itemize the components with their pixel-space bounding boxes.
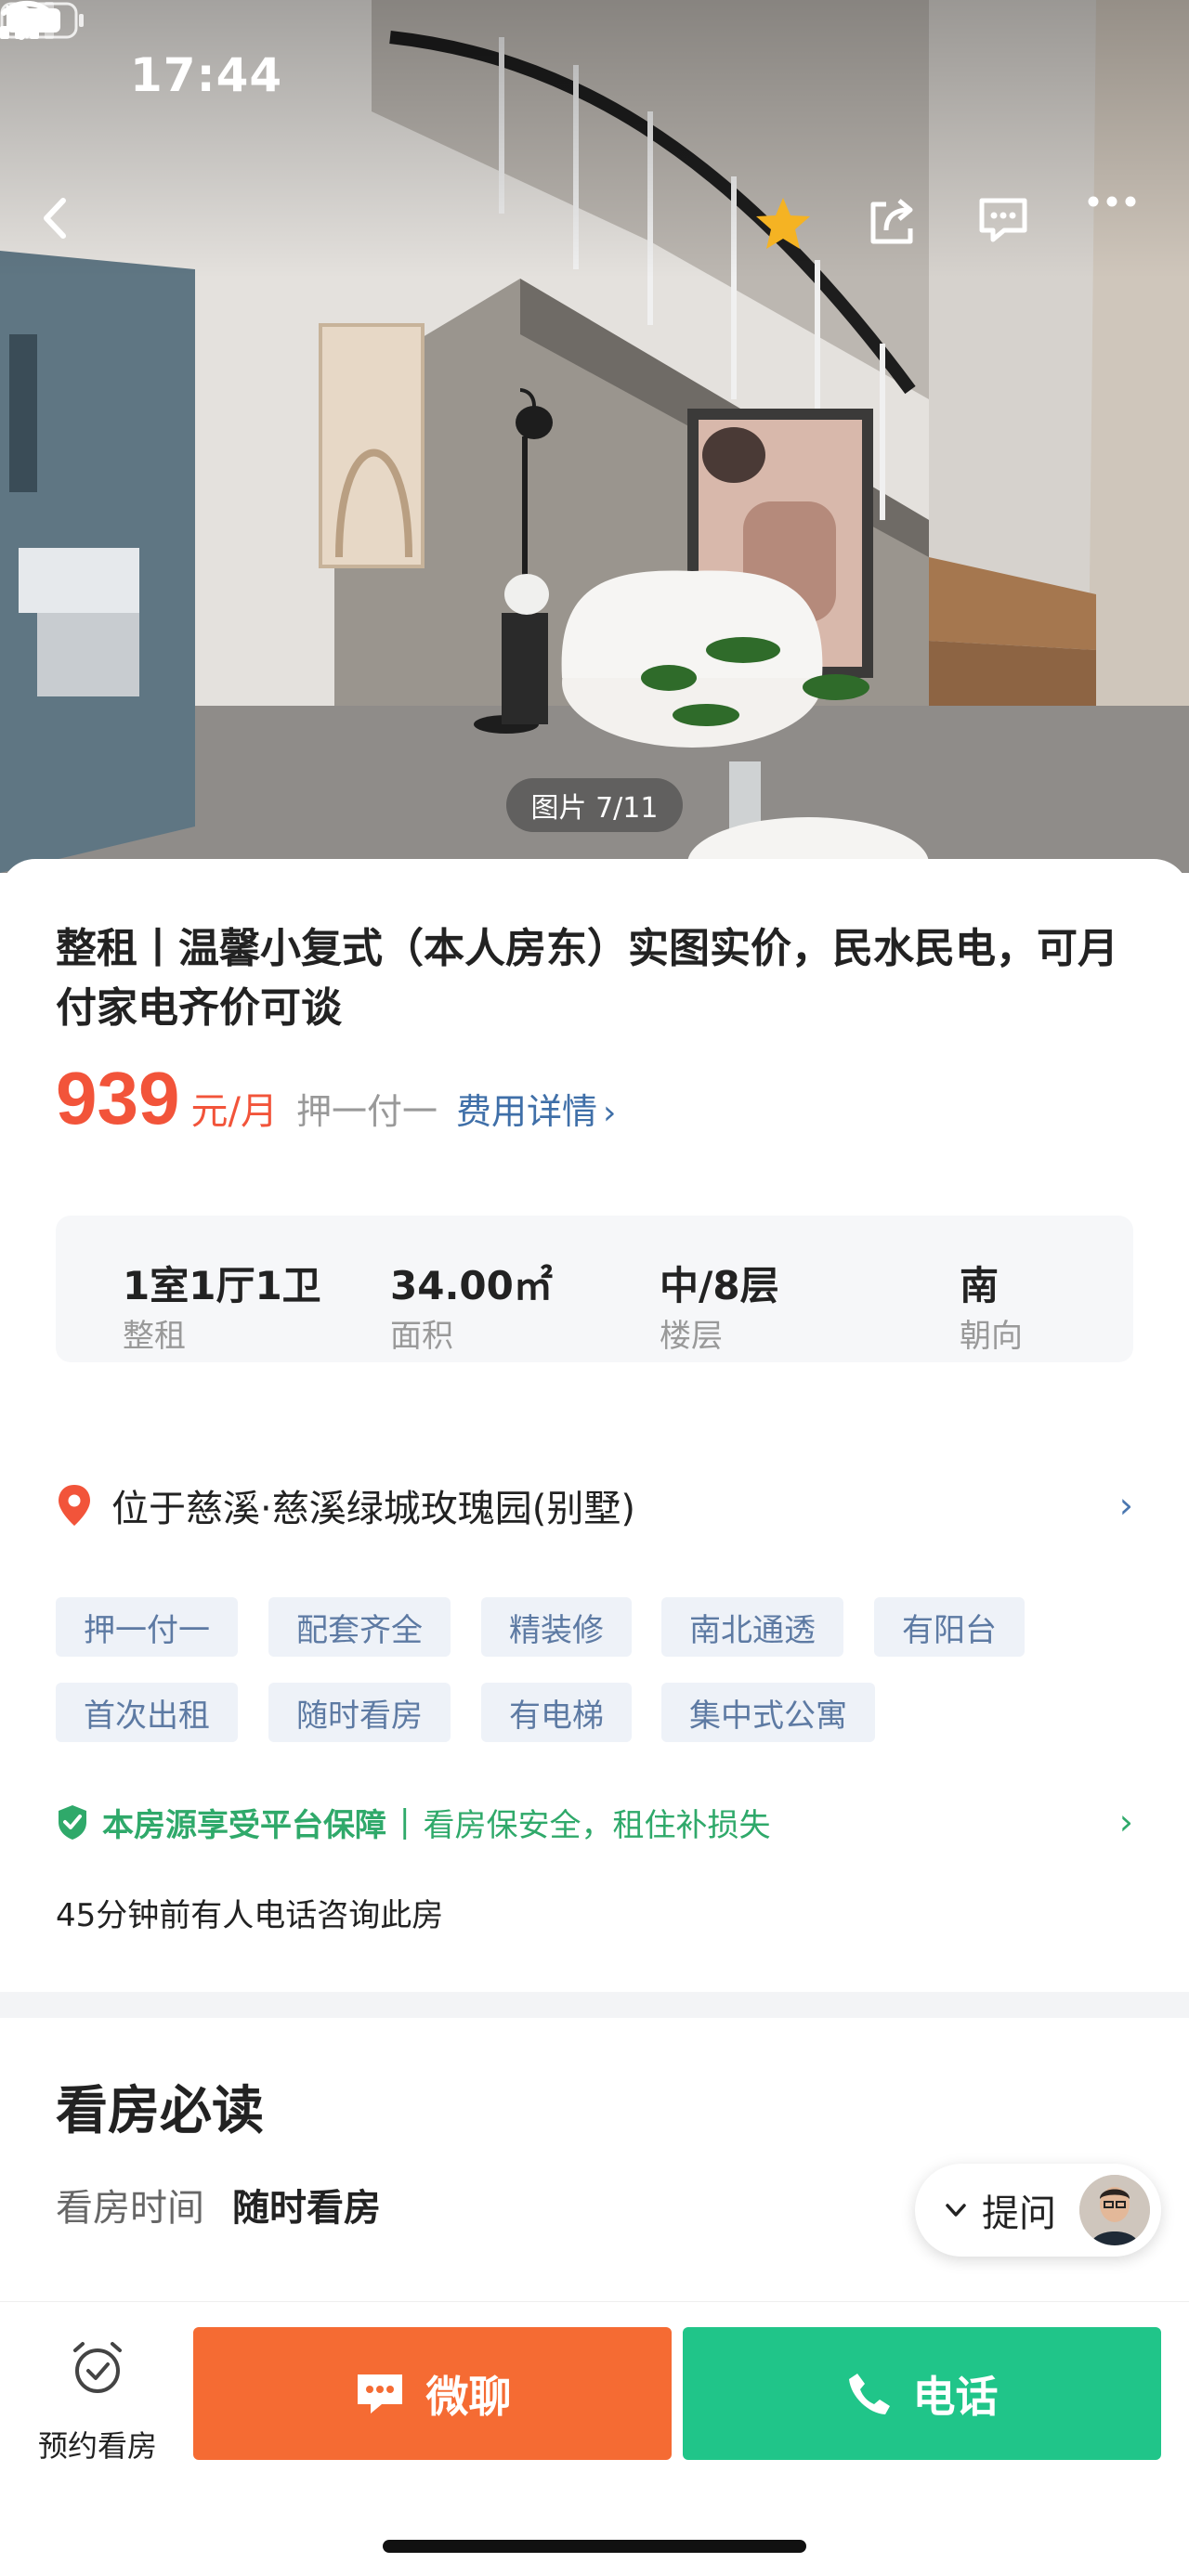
guarantee-description: 看房保安全，租住补损失	[423, 1806, 771, 1844]
stat-value: 南	[960, 1263, 1000, 1308]
platform-guarantee-row[interactable]: 本房源享受平台保障 | 看房保安全，租住补损失 ›	[56, 1799, 1133, 1845]
section-divider	[0, 1992, 1189, 2018]
back-arrow-icon	[44, 198, 66, 239]
favorite-button[interactable]	[754, 195, 819, 260]
stat-value: 1室1厅1卫	[123, 1263, 321, 1308]
stat-label: 楼层	[660, 1318, 723, 1355]
more-button[interactable]	[1087, 195, 1152, 260]
guarantee-separator: |	[399, 1803, 411, 1841]
price-unit: 元/月	[190, 1090, 278, 1133]
feature-tag: 有电梯	[481, 1683, 632, 1742]
feature-tag: 随时看房	[268, 1683, 451, 1742]
feature-tag: 首次出租	[56, 1683, 238, 1742]
top-nav	[0, 186, 1189, 269]
ask-label: 提问	[982, 2192, 1056, 2235]
feature-tag: 集中式公寓	[661, 1683, 875, 1742]
phone-icon	[848, 2373, 890, 2414]
avatar-portrait-icon	[1079, 2175, 1150, 2245]
agent-avatar	[1079, 2175, 1150, 2245]
star-icon	[756, 198, 810, 249]
feature-tag: 押一付一	[56, 1597, 238, 1657]
battery-icon	[0, 2, 84, 39]
message-button[interactable]	[976, 195, 1041, 260]
home-indicator	[383, 2540, 806, 2553]
status-time: 17:44	[130, 48, 283, 102]
location-row[interactable]: 位于慈溪·慈溪绿城玫瑰园(别墅) ›	[56, 1479, 1133, 1531]
call-button[interactable]: 电话	[683, 2327, 1161, 2460]
section-title: 看房必读	[56, 2081, 264, 2141]
location-text: 位于慈溪·慈溪绿城玫瑰园(别墅)	[111, 1488, 635, 1530]
chevron-right-icon: ›	[1118, 1485, 1133, 1526]
key-facts-panel: 1室1厅1卫 整租 34.00㎡ 面积 中/8层 楼层 南 朝向	[56, 1216, 1133, 1362]
viewing-time-value: 随时看房	[232, 2187, 381, 2230]
status-bar: 17:44	[0, 0, 1189, 158]
call-button-label: 电话	[912, 2371, 999, 2422]
stat-label: 朝向	[960, 1318, 1023, 1355]
viewing-time-row: 看房时间 随时看房	[56, 2178, 381, 2231]
stat-label: 面积	[390, 1318, 453, 1355]
feature-tag: 配套齐全	[268, 1597, 451, 1657]
book-viewing-label: 预约看房	[37, 2428, 157, 2464]
book-viewing-button[interactable]: 预约看房	[28, 2339, 167, 2469]
stat-value: 中/8层	[660, 1263, 779, 1308]
chat-button-label: 微聊	[425, 2371, 512, 2422]
viewing-notice-section: 看房必读 看房时间 随时看房	[0, 2018, 1189, 2301]
chevron-right-icon: ›	[1118, 1802, 1133, 1842]
guarantee-title: 本房源享受平台保障	[102, 1806, 386, 1844]
fee-details-label: 费用详情	[455, 1091, 597, 1132]
bottom-action-bar: 预约看房 微聊 电话	[0, 2301, 1189, 2576]
feature-tag: 有阳台	[874, 1597, 1025, 1657]
viewing-time-label: 看房时间	[56, 2187, 204, 2230]
chevron-down-icon	[946, 2204, 966, 2217]
chat-message-icon	[357, 2374, 402, 2413]
alarm-clock-icon	[73, 2342, 122, 2393]
feature-tag: 精装修	[481, 1597, 632, 1657]
listing-title: 整租丨温馨小复式（本人房东）实图实价，民水民电，可月付家电齐价可谈	[56, 925, 1118, 1032]
back-button[interactable]	[37, 195, 102, 260]
chat-bubble-icon	[979, 198, 1027, 242]
shield-check-icon	[59, 1805, 86, 1840]
recent-inquiry-note: 45分钟前有人电话咨询此房	[56, 1897, 444, 1934]
chat-button[interactable]: 微聊	[193, 2327, 672, 2460]
fee-details-link[interactable]: 费用详情 ›	[456, 1083, 616, 1134]
more-dots-icon	[1088, 196, 1136, 207]
share-button[interactable]	[866, 195, 931, 260]
deposit-terms: 押一付一	[295, 1091, 438, 1132]
rent-price: 939	[56, 1057, 180, 1139]
ask-question-button[interactable]: 提问	[915, 2164, 1161, 2257]
location-pin-icon	[59, 1485, 90, 1526]
feature-tag: 南北通透	[661, 1597, 843, 1657]
share-icon	[870, 199, 913, 244]
photo-counter: 图片 7/11	[506, 778, 683, 832]
listing-photo[interactable]: 17:44 图片 7/11	[0, 0, 1189, 873]
listing-info-card: 整租丨温馨小复式（本人房东）实图实价，民水民电，可月付家电齐价可谈 939 元/…	[0, 859, 1189, 1992]
price-row: 939 元/月 押一付一 费用详情 ›	[56, 1056, 616, 1139]
stat-label: 整租	[123, 1318, 186, 1355]
chevron-right-icon: ›	[603, 1094, 617, 1132]
stat-value: 34.00㎡	[390, 1263, 553, 1308]
